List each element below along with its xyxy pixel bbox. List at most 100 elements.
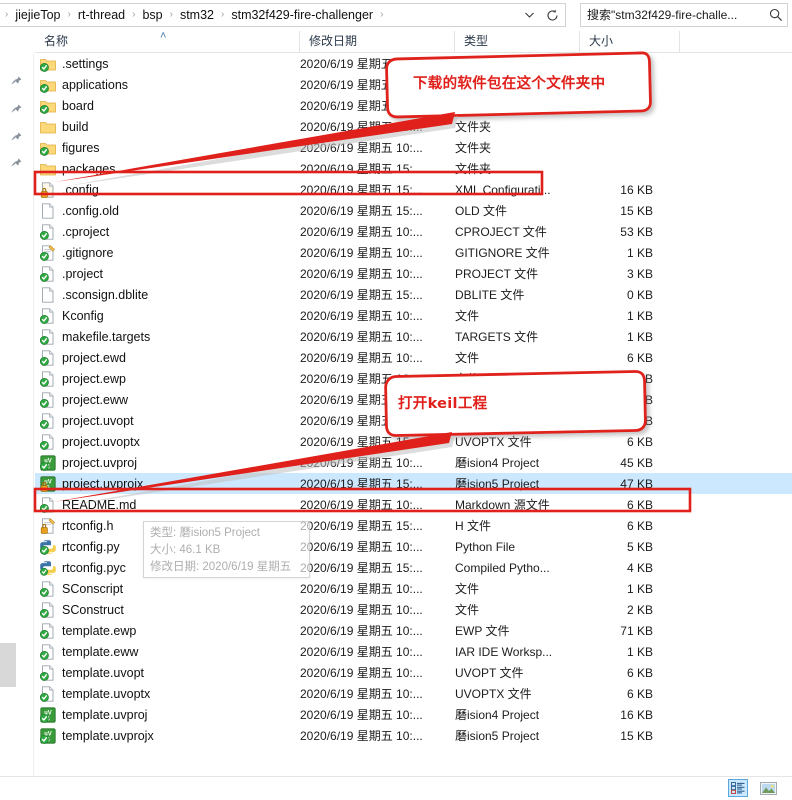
file-row-kconfig[interactable]: Kconfig 2020/6/19 星期五 10:... 文件 1 KB <box>35 305 792 326</box>
file-name-cell: SConstruct <box>35 601 300 618</box>
breadcrumb-item-stm32[interactable]: stm32 <box>176 5 218 25</box>
search-box[interactable]: 搜索"stm32f429-fire-challe... <box>580 3 788 27</box>
file-name-cell: .project <box>35 265 300 282</box>
file-date-cell: 2020/6/19 星期五 10:... <box>300 624 423 638</box>
file-name-cell: µV4 template.uvproj <box>35 706 300 723</box>
file-row-project-ewd[interactable]: project.ewd 2020/6/19 星期五 10:... 文件 6 KB <box>35 347 792 368</box>
chevron-down-icon[interactable] <box>519 4 539 26</box>
file-type-cell: H 文件 <box>455 519 492 533</box>
breadcrumb-separator[interactable]: › <box>65 7 74 23</box>
file-name-label: template.uvoptx <box>62 686 151 701</box>
file-explorer-window: › jiejieTop › rt-thread › bsp › stm32 › stm32f429… <box>0 0 792 800</box>
file-row-build[interactable]: build 2020/6/19 星期五 15:... 文件夹 <box>35 116 792 137</box>
file-list[interactable]: .settings 2020/6/19 星期五 10:... 文件夹 applicat… <box>35 53 792 775</box>
file-type-cell: TARGETS 文件 <box>455 330 539 344</box>
file-row-project-ewp[interactable]: project.ewp 2020/6/19 星期五 10:... 文件 6 KB <box>35 368 792 389</box>
breadcrumb-item-jiejietop[interactable]: jiejieTop <box>11 5 64 25</box>
breadcrumb-separator[interactable]: › <box>167 7 176 23</box>
file-date-cell: 2020/6/19 星期五 10:... <box>300 351 423 365</box>
file-row-makefile-targets[interactable]: makefile.targets 2020/6/19 星期五 10:... TARG… <box>35 326 792 347</box>
file-row-template-uvprojx[interactable]: µV5 template.uvprojx 2020/6/19 星期五 10:... 磿… <box>35 725 792 746</box>
file-size-cell: 1 KB <box>626 644 653 659</box>
breadcrumb-item-stm32f429-fire-challenger[interactable]: stm32f429-fire-challenger <box>227 5 377 25</box>
file-date-cell: 2020/6/19 星期五 10:... <box>300 687 423 701</box>
file-name-label: template.uvopt <box>62 665 144 680</box>
file-row-figures[interactable]: figures 2020/6/19 星期五 10:... 文件夹 <box>35 137 792 158</box>
file-type-cell: UVOPT 文件 <box>455 666 524 680</box>
file-row-template-uvoptx[interactable]: template.uvoptx 2020/6/19 星期五 10:... UVOPT… <box>35 683 792 704</box>
breadcrumb-item-rt-thread[interactable]: rt-thread <box>74 5 129 25</box>
file-date-cell: 2020/6/19 星期五 10:... <box>300 708 423 722</box>
file-size-cell: 6 KB <box>626 350 653 365</box>
file-type-cell: CPROJECT 文件 <box>455 225 547 239</box>
file-row-packages[interactable]: packages 2020/6/19 星期五 15:... 文件夹 <box>35 158 792 179</box>
file-name-cell: µV5 template.uvprojx <box>35 727 300 744</box>
breadcrumb-separator[interactable]: › <box>377 7 386 23</box>
keil4-checked-icon: µV4 <box>39 706 56 723</box>
file-checked-icon <box>39 307 56 324</box>
file-date-cell: 2020/6/19 星期五 10:... <box>300 225 423 239</box>
file-row-readme-md[interactable]: README.md 2020/6/19 星期五 10:... Markdown 源文… <box>35 494 792 515</box>
file-date-cell: 2020/6/19 星期五 15:... <box>300 183 423 197</box>
file-row-project-uvprojx[interactable]: µV 5 project.uvprojx 2020/6/19 星期五 15:... 磿i… <box>35 473 792 494</box>
file-date-cell: 2020/6/19 星期五 15:... <box>300 561 423 575</box>
file-row-project[interactable]: .project 2020/6/19 星期五 10:... PROJECT 文件 3 … <box>35 263 792 284</box>
file-row-sconscript[interactable]: SConscript 2020/6/19 星期五 10:... 文件 1 KB <box>35 578 792 599</box>
file-type-cell: XML Configurati... <box>455 182 551 197</box>
file-name-label: project.eww <box>62 392 128 407</box>
file-row-project-uvproj[interactable]: µV4 project.uvproj 2020/6/19 星期五 10:... 磿is… <box>35 452 792 473</box>
file-row-board[interactable]: board 2020/6/19 星期五 10:... 文件夹 <box>35 95 792 116</box>
file-row-config-old[interactable]: .config.old 2020/6/19 星期五 15:... OLD 文件 15 … <box>35 200 792 221</box>
file-name-label: project.ewd <box>62 350 126 365</box>
file-row-project-uvopt[interactable]: project.uvopt 2020/6/19 星期五 10:... 文件 6 KB <box>35 410 792 431</box>
file-row-sconstruct[interactable]: SConstruct 2020/6/19 星期五 10:... 文件 2 KB <box>35 599 792 620</box>
python-checked-icon <box>39 539 56 555</box>
column-header-size[interactable]: 大小 <box>580 31 680 52</box>
pin-icon <box>9 103 23 117</box>
file-checked-icon <box>39 622 56 639</box>
file-checked-icon <box>39 433 56 450</box>
file-date-cell: 2020/6/19 星期五 10:... <box>300 246 423 260</box>
file-row-sconsign-dblite[interactable]: .sconsign.dblite 2020/6/19 星期五 15:... DBLI… <box>35 284 792 305</box>
refresh-icon[interactable] <box>541 4 563 26</box>
file-date-cell: 2020/6/19 星期五 10:... <box>300 456 423 470</box>
file-name-label: Kconfig <box>62 308 104 323</box>
file-row-template-ewp[interactable]: template.ewp 2020/6/19 星期五 10:... EWP 文件 71… <box>35 620 792 641</box>
breadcrumb-separator[interactable]: › <box>129 7 138 23</box>
file-row-cproject[interactable]: .cproject 2020/6/19 星期五 10:... CPROJECT 文件… <box>35 221 792 242</box>
file-name-cell: template.uvopt <box>35 664 300 681</box>
file-type-cell: 文件 <box>455 414 480 428</box>
details-view-icon[interactable] <box>728 779 748 797</box>
file-row-config[interactable]: .config 2020/6/19 星期五 15:... XML Configura… <box>35 179 792 200</box>
file-row-project-uvoptx[interactable]: project.uvoptx 2020/6/19 星期五 15:... UVOPTX… <box>35 431 792 452</box>
keil5-locked-icon: µV 5 <box>40 475 56 492</box>
file-type-cell: 磿ision4 Project <box>455 456 540 470</box>
file-row-template-uvopt[interactable]: template.uvopt 2020/6/19 星期五 10:... UVOPT … <box>35 662 792 683</box>
large-icons-view-icon[interactable] <box>758 779 778 797</box>
column-header-name[interactable]: 名称 ˄ <box>35 30 300 52</box>
column-header-date[interactable]: 修改日期 <box>300 31 455 52</box>
file-type-cell: 磿ision5 Project <box>455 477 540 491</box>
file-date-cell: 2020/6/19 星期五 10:... <box>300 645 423 659</box>
file-row-template-uvproj[interactable]: µV4 template.uvproj 2020/6/19 星期五 10:... 磿i… <box>35 704 792 725</box>
file-row-template-eww[interactable]: template.eww 2020/6/19 星期五 10:... IAR IDE … <box>35 641 792 662</box>
navigation-pane[interactable] <box>0 53 34 778</box>
file-name-cell: project.eww <box>35 391 300 408</box>
file-row-settings[interactable]: .settings 2020/6/19 星期五 10:... 文件夹 <box>35 53 792 74</box>
file-date-cell: 2020/6/19 星期五 10:... <box>300 330 423 344</box>
file-row-gitignore[interactable]: .gitignore 2020/6/19 星期五 10:... GITIGNORE … <box>35 242 792 263</box>
navigation-scrollbar-thumb[interactable] <box>0 643 16 687</box>
breadcrumb-separator: › <box>5 9 9 20</box>
file-date-cell: 2020/6/19 星期五 10:... <box>300 498 423 512</box>
search-input[interactable]: 搜索"stm32f429-fire-challe... <box>587 7 769 23</box>
breadcrumb-separator[interactable]: › <box>218 7 227 23</box>
search-icon[interactable] <box>769 8 783 22</box>
breadcrumb-item-bsp[interactable]: bsp <box>138 5 166 25</box>
pin-icon <box>9 157 23 171</box>
file-size-cell: 1 KB <box>626 581 653 596</box>
file-type-cell: 文件 <box>455 372 480 386</box>
breadcrumb-bar[interactable]: › jiejieTop › rt-thread › bsp › stm32 › stm32f429… <box>0 3 566 27</box>
file-name-label: board <box>62 98 94 113</box>
column-header-type[interactable]: 类型 <box>455 31 580 52</box>
xml-config-icon <box>40 181 56 198</box>
